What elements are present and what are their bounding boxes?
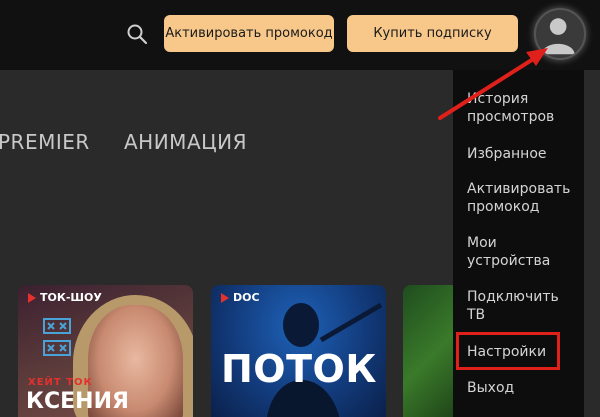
menu-item-connect-tv[interactable]: Подключить ТВ [467, 288, 559, 324]
play-icon [221, 292, 229, 303]
tab-premier[interactable]: PREMIER [0, 130, 90, 154]
card-title: ПОТОК [221, 347, 377, 391]
search-icon[interactable] [125, 22, 149, 46]
user-icon [541, 18, 575, 55]
card-subtitle: ХЕЙТ ТОК [28, 377, 93, 388]
card-badge: ТОК-ШОУ [28, 291, 102, 304]
play-icon [28, 292, 36, 303]
settings-highlight-box [456, 332, 560, 370]
card-title: КСЕНИЯ [26, 389, 129, 414]
menu-item-logout[interactable]: Выход [467, 379, 514, 397]
menu-item-activate-promo[interactable]: Активировать промокод [467, 180, 570, 216]
activate-promo-button[interactable]: Активировать промокод [164, 15, 334, 52]
menu-item-history[interactable]: История просмотров [467, 90, 554, 126]
mask-logo-icon [43, 318, 71, 356]
tab-animation[interactable]: АНИМАЦИЯ [124, 130, 247, 154]
badge-label: DOC [233, 291, 260, 304]
content-card-doc[interactable]: DOC ПОТОК [211, 285, 386, 417]
top-bar: Активировать промокод Купить подписку [0, 0, 600, 70]
badge-label: ТОК-ШОУ [40, 291, 102, 304]
menu-item-devices[interactable]: Мои устройства [467, 234, 550, 270]
card-badge: DOC [221, 291, 260, 304]
avatar[interactable] [534, 8, 586, 60]
buy-subscription-button[interactable]: Купить подписку [347, 15, 518, 52]
content-card-talk-show[interactable]: ТОК-ШОУ ХЕЙТ ТОК КСЕНИЯ [18, 285, 193, 417]
menu-item-favorites[interactable]: Избранное [467, 145, 547, 163]
